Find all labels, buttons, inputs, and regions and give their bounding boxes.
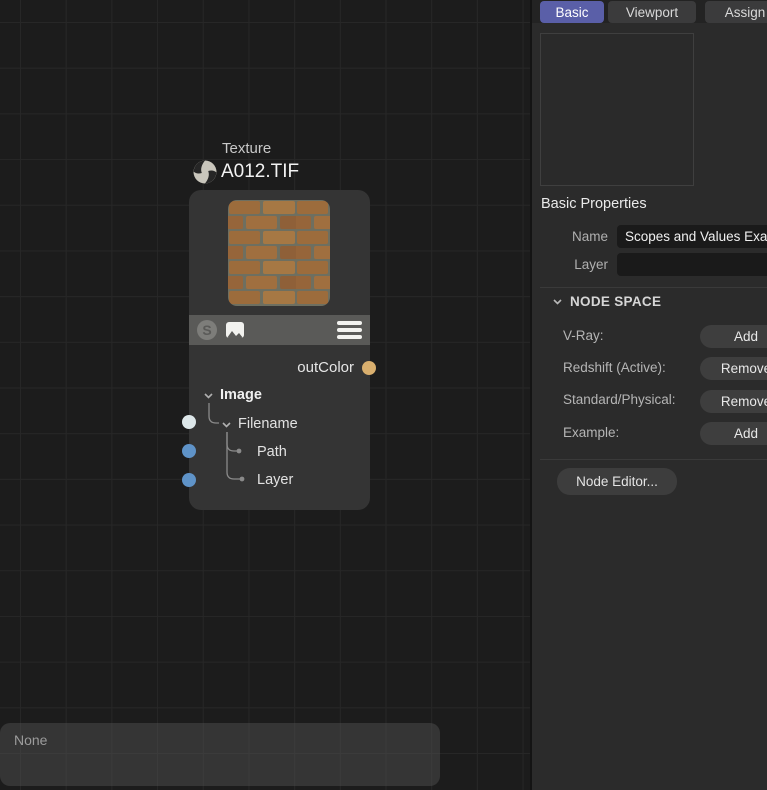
outcolor-port-label: outColor — [297, 359, 354, 376]
node-editor-canvas[interactable]: Texture A012.TIF — [0, 0, 530, 790]
material-preview[interactable] — [540, 33, 694, 186]
standard-physical-remove-button[interactable]: Remove — [700, 390, 767, 413]
status-box: None — [0, 723, 440, 786]
node-editor-button[interactable]: Node Editor... — [557, 468, 677, 495]
tab-assign[interactable]: Assign — [705, 1, 767, 23]
chevron-down-icon[interactable] — [552, 296, 563, 307]
tree-item-path[interactable]: Path — [257, 444, 287, 460]
tab-viewport[interactable]: Viewport — [608, 1, 696, 23]
vray-add-button[interactable]: Add — [700, 325, 767, 348]
node-space-section-header[interactable]: NODE SPACE — [552, 294, 661, 309]
tab-basic[interactable]: Basic — [540, 1, 604, 23]
node-toolbar: S — [189, 315, 370, 345]
example-label: Example: — [563, 425, 619, 440]
chevron-down-icon[interactable] — [203, 390, 214, 401]
node-type-label: Texture — [222, 140, 271, 157]
chevron-down-icon[interactable] — [221, 419, 232, 430]
tab-bar: Basic Viewport Assign — [532, 0, 767, 23]
texture-node[interactable]: S outColor Image — [189, 190, 370, 510]
layer-input[interactable] — [617, 253, 767, 276]
redshift-remove-button[interactable]: Remove — [700, 357, 767, 380]
image-icon — [226, 322, 244, 338]
path-port[interactable] — [182, 444, 196, 458]
menu-icon[interactable] — [337, 321, 362, 339]
redshift-label: Redshift (Active): — [563, 360, 666, 375]
shader-badge-icon: S — [197, 320, 217, 340]
separator — [540, 287, 767, 288]
node-name: A012.TIF — [221, 161, 299, 183]
node-header: A012.TIF — [192, 159, 299, 185]
outcolor-port[interactable] — [362, 361, 376, 375]
separator — [540, 459, 767, 460]
status-label: None — [14, 732, 426, 748]
texture-thumbnail[interactable] — [228, 200, 330, 306]
tree-item-filename[interactable]: Filename — [221, 416, 298, 432]
tree-item-layer[interactable]: Layer — [257, 472, 293, 488]
filename-port[interactable] — [182, 415, 196, 429]
attributes-panel: Basic Viewport Assign Basic Properties N… — [532, 0, 767, 790]
texture-ball-icon — [192, 159, 218, 185]
basic-properties-title: Basic Properties — [541, 196, 647, 212]
name-label: Name — [532, 229, 608, 244]
standard-physical-label: Standard/Physical: — [563, 392, 676, 407]
layer-label: Layer — [532, 257, 608, 272]
example-add-button[interactable]: Add — [700, 422, 767, 445]
tree-item-image[interactable]: Image — [203, 387, 262, 403]
vray-label: V-Ray: — [563, 328, 604, 343]
layer-port[interactable] — [182, 473, 196, 487]
name-input[interactable]: Scopes and Values Exa — [617, 225, 767, 248]
